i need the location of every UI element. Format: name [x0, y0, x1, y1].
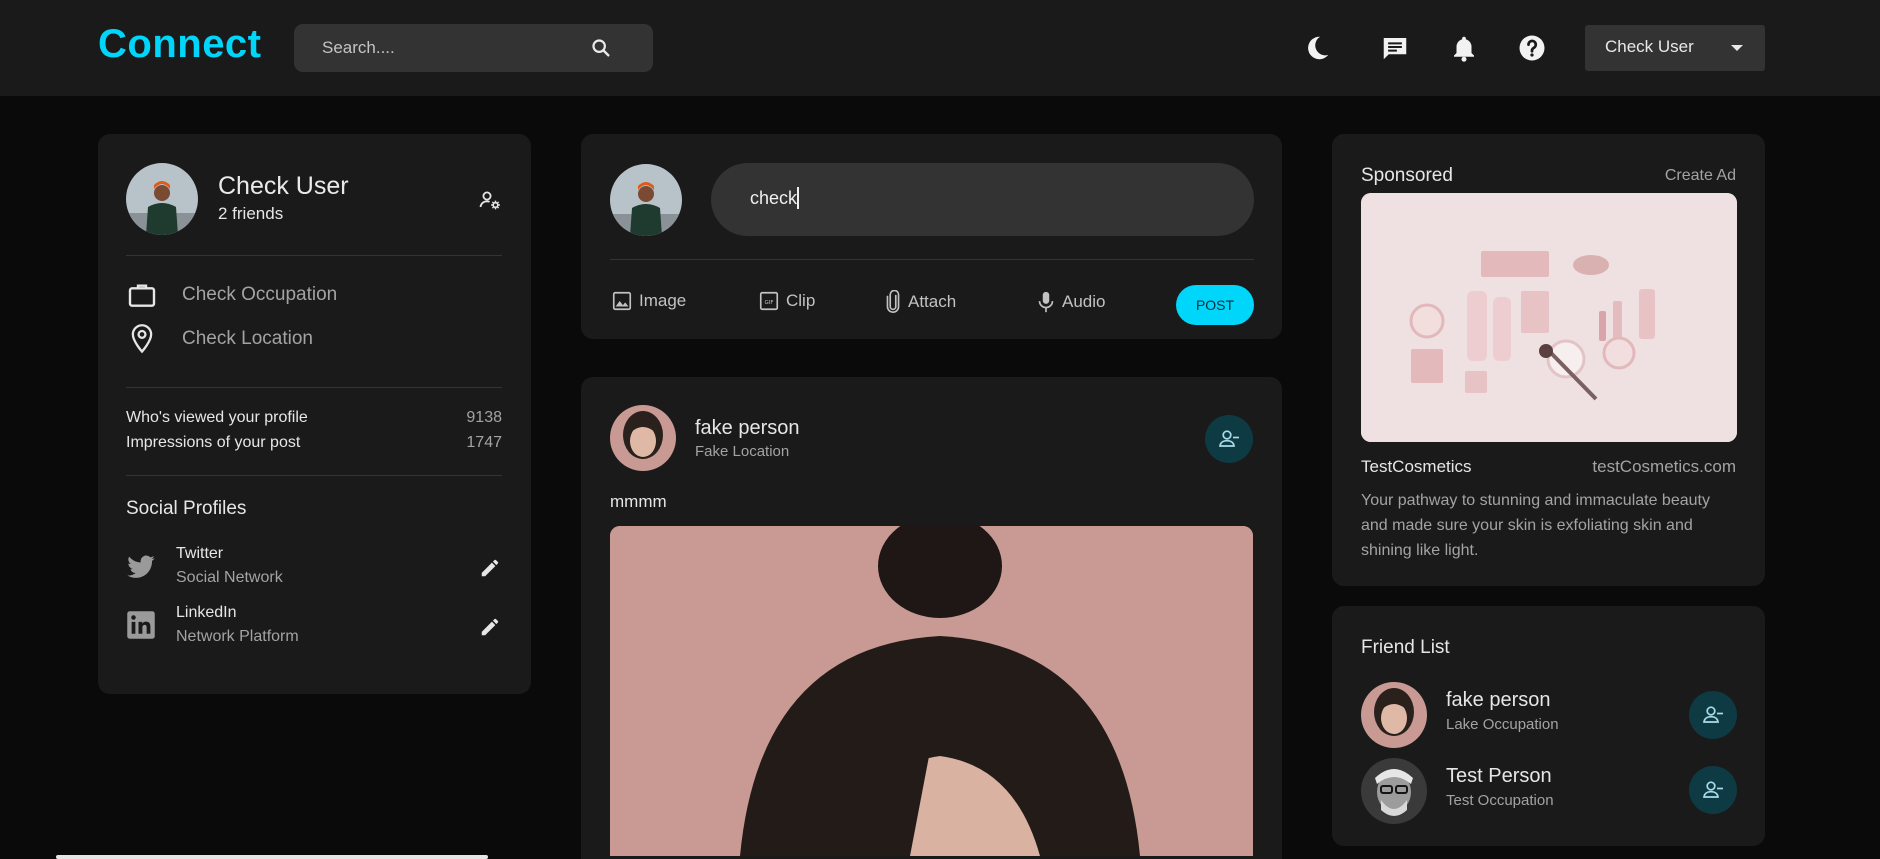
- briefcase-icon: [128, 284, 156, 307]
- moon-icon[interactable]: [1302, 33, 1332, 63]
- image-action-label: Image: [639, 291, 687, 310]
- text-cursor: [797, 187, 799, 209]
- audio-action[interactable]: Audio: [1036, 290, 1105, 314]
- stat-value-profile-views: 9138: [466, 409, 502, 426]
- message-icon[interactable]: [1380, 33, 1410, 63]
- location-text: Check Location: [182, 328, 313, 349]
- remove-friend-icon: [1703, 781, 1723, 798]
- remove-friend-icon: [1703, 706, 1723, 723]
- ad-description: Your pathway to stunning and immaculate …: [1361, 492, 1710, 559]
- friend-name[interactable]: fake person: [1446, 689, 1551, 712]
- image-icon: [612, 291, 632, 311]
- ad-image[interactable]: [1361, 193, 1737, 442]
- post-image[interactable]: [610, 526, 1253, 856]
- horizontal-scrollbar[interactable]: [56, 855, 488, 859]
- friend-occupation: Test Occupation: [1446, 792, 1554, 809]
- location-pin-icon: [131, 324, 153, 354]
- divider: [610, 259, 1254, 260]
- social-name-linkedin: LinkedIn: [176, 604, 237, 621]
- svg-text:GIF: GIF: [764, 300, 773, 306]
- clip-action-label: Clip: [786, 291, 816, 310]
- image-action[interactable]: Image: [611, 290, 686, 312]
- friend-occupation: Lake Occupation: [1446, 716, 1559, 733]
- post-button[interactable]: POST: [1176, 285, 1254, 325]
- user-select-dropdown[interactable]: Check User: [1585, 25, 1765, 71]
- ad-site[interactable]: testCosmetics.com: [1592, 457, 1736, 477]
- sponsored-title: Sponsored: [1361, 165, 1453, 186]
- linkedin-icon: [127, 611, 155, 639]
- friend-list-title: Friend List: [1361, 637, 1450, 658]
- search-bar: [294, 24, 653, 72]
- attach-action[interactable]: Attach: [884, 290, 956, 314]
- chevron-down-icon: [1731, 45, 1743, 51]
- post-input[interactable]: check: [711, 163, 1254, 236]
- social-profiles-title: Social Profiles: [126, 498, 247, 519]
- divider: [126, 255, 502, 256]
- occupation-text: Check Occupation: [182, 284, 338, 305]
- remove-friend-button[interactable]: [1689, 691, 1737, 739]
- social-sub-linkedin: Network Platform: [176, 628, 299, 645]
- post-text: mmmm: [610, 492, 667, 511]
- profile-name[interactable]: Check User: [218, 172, 349, 201]
- divider: [126, 387, 502, 388]
- audio-action-label: Audio: [1062, 292, 1106, 311]
- clip-action[interactable]: GIF Clip: [758, 290, 815, 312]
- divider: [126, 475, 502, 476]
- post-author-avatar[interactable]: [610, 405, 676, 471]
- attach-action-label: Attach: [908, 292, 957, 311]
- post-input-value: check: [750, 188, 798, 208]
- friend-avatar[interactable]: [1361, 758, 1427, 824]
- profile-avatar[interactable]: [126, 163, 198, 235]
- search-input[interactable]: [322, 36, 582, 60]
- manage-account-icon[interactable]: [478, 188, 502, 212]
- logo[interactable]: Connect: [98, 22, 262, 67]
- bell-icon[interactable]: [1449, 33, 1479, 63]
- edit-icon[interactable]: [479, 616, 501, 638]
- social-name-twitter: Twitter: [176, 545, 224, 562]
- create-ad-link[interactable]: Create Ad: [1665, 167, 1736, 185]
- post-author-location: Fake Location: [695, 443, 790, 460]
- sponsored-card: Sponsored Create Ad TestCosmetics testCo…: [1332, 134, 1765, 586]
- composer-avatar: [610, 164, 682, 236]
- post-author-name[interactable]: fake person: [695, 417, 800, 440]
- search-icon[interactable]: [590, 37, 612, 59]
- attach-icon: [886, 290, 900, 313]
- gif-icon: GIF: [759, 291, 779, 311]
- friend-list-card: Friend List fake person Lake Occupation: [1332, 606, 1765, 846]
- remove-friend-button[interactable]: [1205, 415, 1253, 463]
- profile-card: Check User 2 friends Check Occupation Ch…: [98, 134, 531, 694]
- help-icon[interactable]: [1517, 33, 1547, 63]
- social-sub-twitter: Social Network: [176, 569, 283, 586]
- stat-value-impressions: 1747: [466, 434, 502, 451]
- stat-label-impressions: Impressions of your post: [126, 434, 301, 451]
- friend-name[interactable]: Test Person: [1446, 765, 1552, 788]
- remove-friend-icon: [1219, 430, 1239, 447]
- microphone-icon: [1038, 291, 1054, 313]
- user-select-label: Check User: [1605, 37, 1694, 56]
- twitter-icon: [127, 555, 155, 578]
- remove-friend-button[interactable]: [1689, 766, 1737, 814]
- stat-label-profile-views: Who's viewed your profile: [126, 409, 308, 426]
- edit-icon[interactable]: [479, 557, 501, 579]
- navbar: Connect Check User: [0, 0, 1880, 96]
- friend-avatar[interactable]: [1361, 682, 1427, 748]
- friend-count: 2 friends: [218, 204, 284, 223]
- ad-brand: TestCosmetics: [1361, 457, 1472, 476]
